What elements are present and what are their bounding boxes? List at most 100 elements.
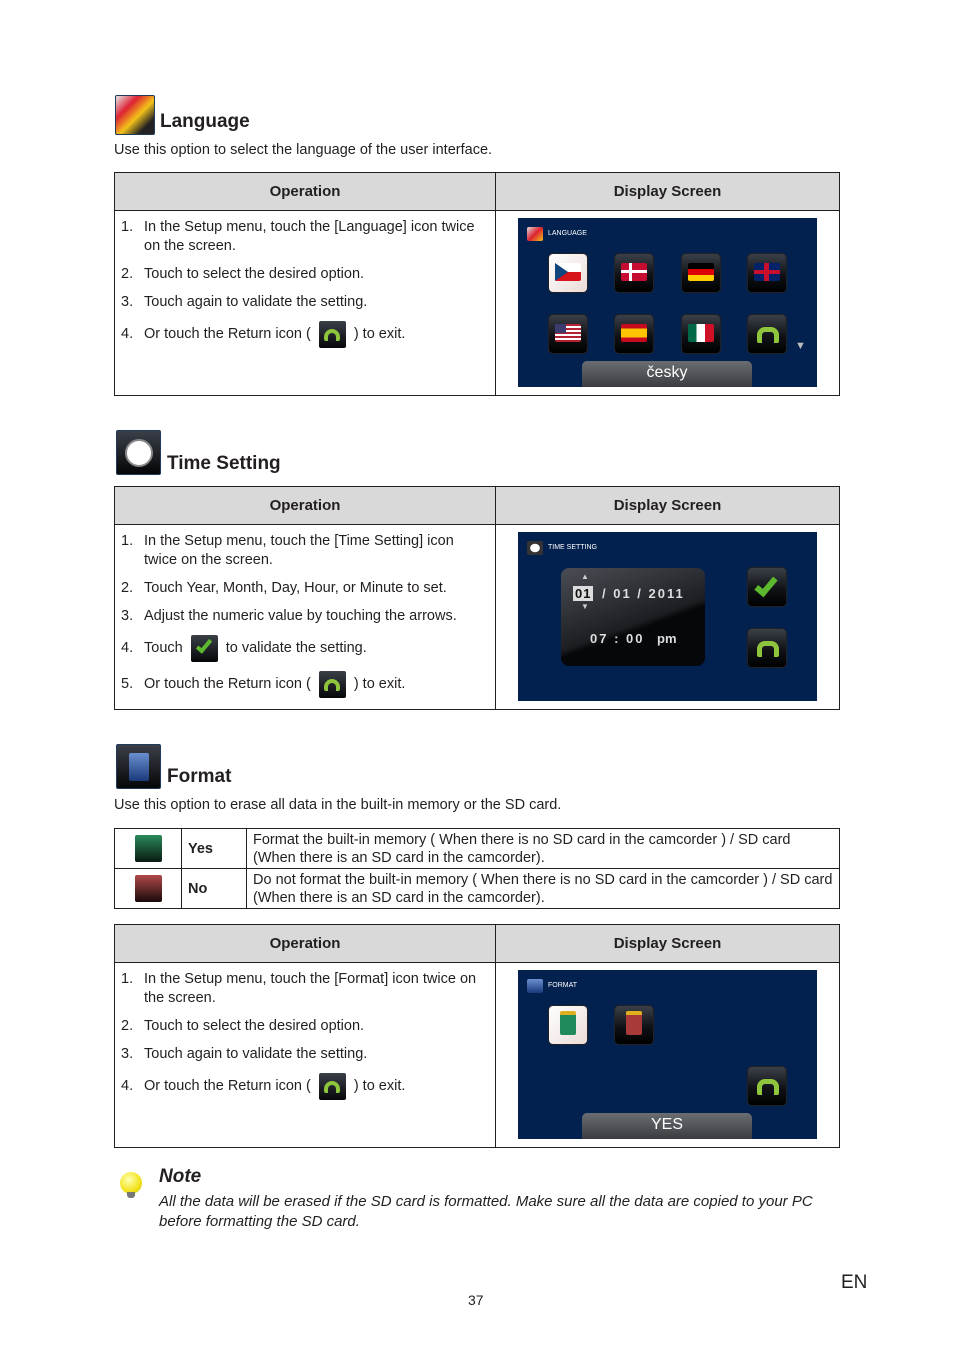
operation-header: Operation (114, 486, 496, 525)
check-icon (190, 635, 218, 662)
arrow-down-button[interactable]: ▼ (581, 602, 589, 611)
option-label: Yes (181, 828, 247, 869)
note-text: All the data will be erased if the SD ca… (159, 1193, 813, 1230)
step: 2. Touch Year, Month, Day, Hour, or Minut… (121, 580, 447, 596)
selected-language-label: česky (582, 361, 752, 387)
return-icon (757, 1079, 779, 1095)
option-description: Do not format the built-in memory ( When… (246, 868, 840, 909)
sd-card-green-icon (560, 1011, 576, 1035)
format-options-table: Yes Format the built-in memory ( When th… (114, 828, 840, 909)
time-setting-table: Operation Display Screen 1. In the Setup m… (114, 486, 840, 710)
language-icon (527, 227, 543, 241)
operation-header: Operation (114, 172, 496, 211)
return-button[interactable] (748, 1067, 786, 1105)
return-button[interactable] (748, 629, 786, 667)
scroll-down-icon[interactable]: ▼ (795, 340, 806, 352)
step: 4. Or touch the Return icon () to exit. (121, 321, 489, 348)
screen-title: LANGUAGE (548, 230, 587, 237)
us-flag-icon (555, 324, 581, 342)
sd-card-green-icon (134, 835, 162, 862)
format-table: Operation Display Screen 1. In the Setup m… (114, 924, 840, 1148)
language-title: Language (160, 111, 250, 132)
step: 5. Or touch the Return icon () to exit. (121, 671, 489, 698)
flag-uk-button[interactable] (748, 254, 786, 292)
operation-cell: 1. In the Setup menu, touch the [Language… (114, 210, 496, 396)
operation-cell: 1. In the Setup menu, touch the [Time Set… (114, 524, 496, 710)
uk-flag-icon (754, 263, 780, 281)
step: 1. In the Setup menu, touch the [Language… (121, 219, 475, 254)
sd-card-red-icon (626, 1011, 642, 1035)
language-screen: LANGUAGE ▼ česky (518, 218, 817, 387)
flag-us-button[interactable] (549, 315, 587, 353)
format-screen: FORMAT YES (518, 970, 817, 1139)
flag-german-button[interactable] (682, 254, 720, 292)
check-icon (754, 572, 778, 598)
option-description: Format the built-in memory ( When there … (246, 828, 840, 869)
danish-flag-icon (621, 263, 647, 281)
screen-title: TIME SETTING (548, 544, 597, 551)
time-panel: ▲ 01 / 01 / 2011 ▼ 07 : 00 pm (561, 568, 705, 666)
format-section-icon (116, 744, 161, 789)
flag-spanish-button[interactable] (615, 315, 653, 353)
return-icon (318, 321, 346, 348)
screen-title: FORMAT (548, 982, 578, 989)
confirm-button[interactable] (748, 568, 786, 606)
time-setting-screen: TIME SETTING ▲ 01 / 01 / 2011 ▼ 07 : 00 … (518, 532, 817, 701)
page-number: 37 (468, 1292, 484, 1308)
flag-danish-button[interactable] (615, 254, 653, 292)
mexican-flag-icon (688, 324, 714, 342)
selected-option-label: YES (582, 1113, 752, 1139)
flag-mexican-button[interactable] (682, 315, 720, 353)
note-title: Note (159, 1166, 202, 1187)
display-cell: LANGUAGE ▼ česky (495, 210, 840, 396)
time-fields[interactable]: 07 : 00 (590, 631, 644, 646)
display-cell: TIME SETTING ▲ 01 / 01 / 2011 ▼ 07 : 00 … (495, 524, 840, 710)
operation-cell: 1. In the Setup menu, touch the [Format] … (114, 962, 496, 1148)
step: 4. Touch to validate the setting. (121, 635, 489, 662)
sd-card-red-icon (134, 875, 162, 902)
option-row-yes: Yes Format the built-in memory ( When th… (114, 828, 840, 869)
operation-header: Operation (114, 924, 496, 963)
language-description: Use this option to select the language o… (114, 142, 493, 158)
date-fields[interactable]: / 01 / 2011 (602, 586, 685, 601)
arrow-up-button[interactable]: ▲ (581, 572, 589, 581)
step: 3. Touch again to validate the setting. (121, 294, 368, 310)
return-icon (757, 641, 779, 657)
clock-icon (125, 439, 153, 467)
language-table: Operation Display Screen 1. In the Setup m… (114, 172, 840, 396)
return-icon (757, 327, 779, 343)
clock-icon (527, 541, 543, 555)
format-title: Format (167, 766, 232, 787)
display-header: Display Screen (495, 924, 840, 963)
return-icon (318, 1073, 346, 1100)
flag-czech-button[interactable] (549, 254, 587, 292)
step: 3. Adjust the numeric value by touching t… (121, 608, 457, 624)
german-flag-icon (688, 263, 714, 281)
language-code: EN (841, 1272, 868, 1293)
step: 2. Touch to select the desired option. (121, 1018, 365, 1034)
sd-card-icon (129, 753, 149, 781)
time-setting-title: Time Setting (167, 453, 281, 474)
return-button[interactable] (748, 315, 786, 353)
option-row-no: No Do not format the built-in memory ( W… (114, 868, 840, 909)
format-yes-button[interactable] (549, 1006, 587, 1044)
display-cell: FORMAT YES (495, 962, 840, 1148)
language-section-icon (115, 95, 155, 135)
format-description: Use this option to erase all data in the… (114, 797, 562, 813)
format-no-button[interactable] (615, 1006, 653, 1044)
step: 1. In the Setup menu, touch the [Format] … (121, 971, 477, 1006)
step: 1. In the Setup menu, touch the [Time Set… (121, 533, 454, 568)
step: 3. Touch again to validate the setting. (121, 1046, 368, 1062)
step: 2. Touch to select the desired option. (121, 266, 365, 282)
time-setting-section-icon (116, 430, 161, 475)
sd-card-icon (527, 979, 543, 993)
return-icon (318, 671, 346, 698)
step: 4. Or touch the Return icon () to exit. (121, 1073, 489, 1100)
ampm-field[interactable]: pm (657, 631, 677, 646)
spanish-flag-icon (621, 324, 647, 342)
display-header: Display Screen (495, 172, 840, 211)
lightbulb-icon (114, 1166, 148, 1200)
day-field[interactable]: 01 (573, 586, 594, 601)
display-header: Display Screen (495, 486, 840, 525)
option-label: No (181, 868, 247, 909)
